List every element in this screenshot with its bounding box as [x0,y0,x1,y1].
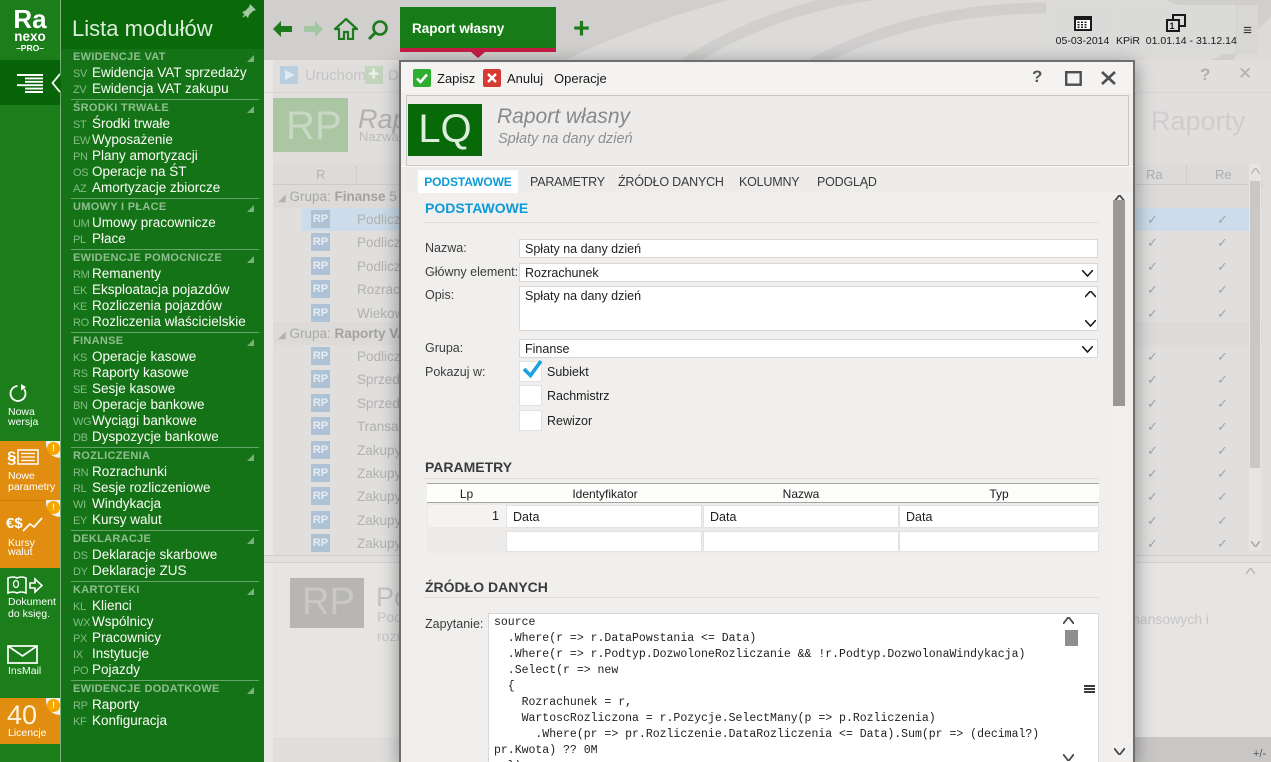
svg-text:€$: €$ [6,515,23,532]
svg-text:1: 1 [1170,21,1175,31]
svg-text:§: § [7,448,16,466]
